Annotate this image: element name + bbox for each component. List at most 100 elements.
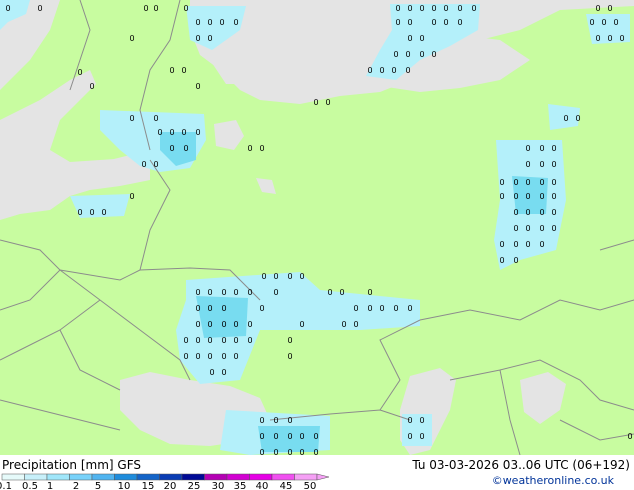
precip-marker: 0: [551, 160, 556, 169]
scale-label: 35: [234, 481, 247, 490]
precip-marker: 0: [233, 288, 238, 297]
precip-marker: 0: [513, 178, 518, 187]
precip-marker: 0: [287, 352, 292, 361]
precip-marker: 0: [419, 50, 424, 59]
precip-marker: 0: [195, 82, 200, 91]
map-canvas: 0 0 0 0 0 0 0 0 0 0 0 0 0 0 0 0 0 0 0 0 0 0 0 0 0 0 0 0 0 0 0 0 0 0 0 0 0 0 0 0…: [0, 0, 634, 457]
scale-box: [69, 473, 93, 481]
precip-marker: 0: [195, 320, 200, 329]
precip-marker: 0: [37, 4, 42, 13]
precip-marker: 0: [431, 4, 436, 13]
precip-marker: 0: [499, 240, 504, 249]
precip-marker: 0: [183, 4, 188, 13]
footer-bar: Precipitation [mm] GFS Tu 03-03-2026 03.…: [0, 455, 634, 490]
precip-marker: 0: [341, 320, 346, 329]
precip-marker: 0: [299, 272, 304, 281]
precip-marker: 0: [259, 448, 264, 455]
scale-box: [91, 473, 115, 481]
precip-marker: 0: [207, 352, 212, 361]
precip-marker: 0: [259, 416, 264, 425]
precip-marker: 0: [299, 432, 304, 441]
precip-marker: 0: [513, 192, 518, 201]
scale-box: [114, 473, 138, 481]
precip-marker: 0: [181, 128, 186, 137]
scale-label: 0.1: [0, 481, 12, 490]
scale-labels: 0.10.5125101520253035404550: [0, 481, 316, 490]
precip-marker: 0: [419, 34, 424, 43]
precipitation-map: 0 0 0 0 0 0 0 0 0 0 0 0 0 0 0 0 0 0 0 0 0 0 0 0 0 0 0 0 0 0 0 0 0 0 0 0 0 0 0 0…: [0, 0, 634, 457]
precip-marker: 0: [551, 192, 556, 201]
scale-box: [24, 473, 48, 481]
scale-box: [181, 473, 205, 481]
precip-marker: 0: [233, 18, 238, 27]
precip-marker: 0: [181, 66, 186, 75]
precip-marker: 0: [169, 66, 174, 75]
precip-marker: 0: [247, 288, 252, 297]
precip-marker: 0: [207, 304, 212, 313]
precip-marker: 0: [89, 82, 94, 91]
precip-marker: 0: [367, 288, 372, 297]
precip-marker: 0: [313, 432, 318, 441]
precip-marker: 0: [183, 144, 188, 153]
precip-marker: 0: [299, 320, 304, 329]
scale-label: 0.5: [22, 481, 38, 490]
precip-marker: 0: [129, 34, 134, 43]
precip-marker: 0: [221, 320, 226, 329]
precip-marker: 0: [259, 144, 264, 153]
precip-marker: 0: [221, 368, 226, 377]
valid-time: Tu 03-03-2026 03..06 UTC (06+192): [412, 458, 630, 472]
precip-marker: 0: [407, 304, 412, 313]
scale-box: [159, 473, 183, 481]
precip-marker: 0: [195, 128, 200, 137]
precip-marker: 0: [539, 160, 544, 169]
precip-marker: 0: [287, 416, 292, 425]
precip-marker: 0: [395, 18, 400, 27]
scale-box: [294, 473, 318, 481]
scale-label: 5: [95, 481, 101, 490]
precip-marker: 0: [407, 432, 412, 441]
precip-marker: 0: [259, 432, 264, 441]
precip-marker: 0: [525, 144, 530, 153]
precip-marker: 0: [627, 432, 632, 441]
precip-marker: 0: [259, 304, 264, 313]
scale-label: 50: [304, 481, 317, 490]
precip-marker: 0: [367, 66, 372, 75]
precip-marker: 0: [539, 224, 544, 233]
precip-marker: 0: [419, 432, 424, 441]
precip-marker: 0: [313, 448, 318, 455]
precip-marker: 0: [207, 34, 212, 43]
precip-marker: 0: [273, 416, 278, 425]
scale-box: [1, 473, 25, 481]
precip-marker: 0: [169, 128, 174, 137]
precip-marker: 0: [169, 144, 174, 153]
precip-marker: 0: [551, 144, 556, 153]
precip-marker: 0: [233, 336, 238, 345]
credit-link[interactable]: ©weatheronline.co.uk: [492, 474, 614, 487]
precip-marker: 0: [607, 4, 612, 13]
precip-marker: 0: [313, 98, 318, 107]
precip-marker: 0: [539, 240, 544, 249]
precip-marker: 0: [525, 160, 530, 169]
precip-marker: 0: [183, 336, 188, 345]
precip-marker: 0: [221, 288, 226, 297]
precip-marker: 0: [221, 304, 226, 313]
precip-marker: 0: [471, 4, 476, 13]
scale-label: 15: [142, 481, 155, 490]
scale-box: [46, 473, 70, 481]
precip-marker: 0: [457, 18, 462, 27]
precip-marker: 0: [207, 18, 212, 27]
precip-marker: 0: [101, 208, 106, 217]
scale-box: [271, 473, 295, 481]
precip-marker: 0: [287, 448, 292, 455]
precip-marker: 0: [393, 50, 398, 59]
precip-marker: 0: [539, 208, 544, 217]
precip-marker: 0: [207, 336, 212, 345]
precip-marker: 0: [419, 4, 424, 13]
precip-marker: 0: [261, 272, 266, 281]
precip-marker: 0: [339, 288, 344, 297]
precip-marker: 0: [379, 304, 384, 313]
scale-label: 30: [212, 481, 225, 490]
precip-marker: 0: [601, 18, 606, 27]
precip-marker: 0: [221, 352, 226, 361]
precip-marker: 0: [129, 114, 134, 123]
